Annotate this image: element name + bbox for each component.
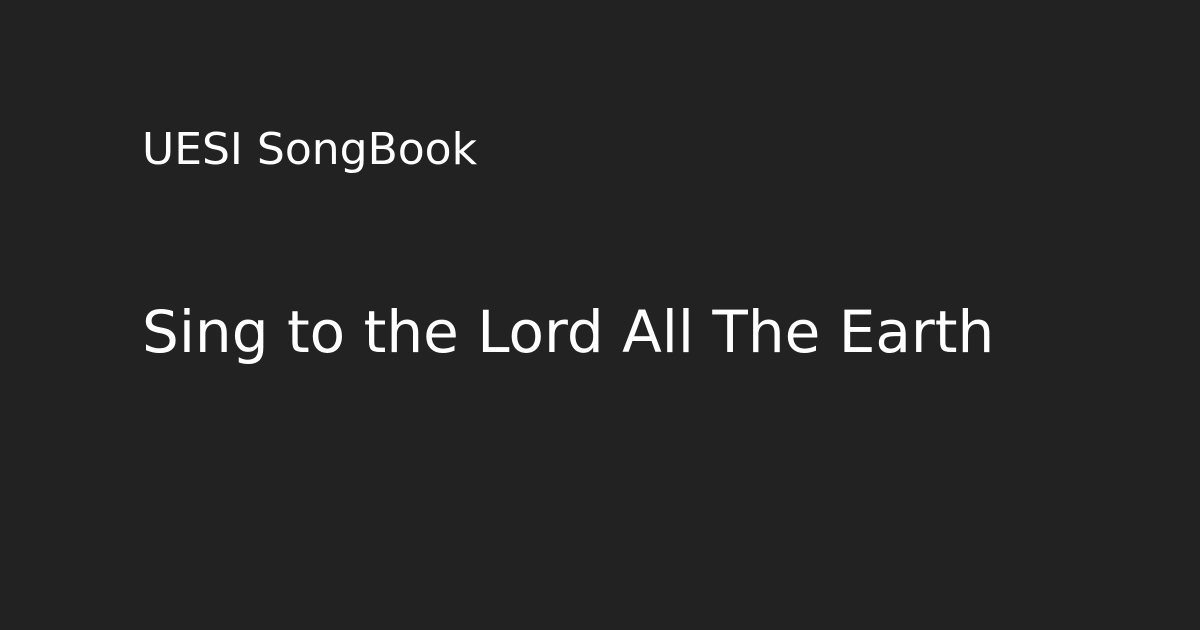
- page-title: Sing to the Lord All The Earth: [142, 298, 995, 366]
- share-card: UESI SongBook Sing to the Lord All The E…: [0, 0, 1200, 630]
- site-name: UESI SongBook: [142, 124, 478, 175]
